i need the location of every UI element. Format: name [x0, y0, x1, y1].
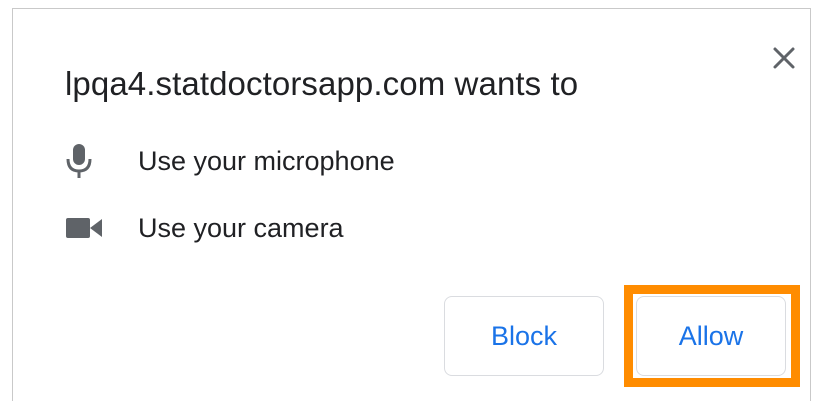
permission-row-camera: Use your camera: [65, 208, 344, 248]
permission-prompt-dialog: lpqa4.statdoctorsapp.com wants to Use yo…: [12, 8, 811, 401]
microphone-icon: [65, 141, 105, 181]
permission-label-microphone: Use your microphone: [138, 145, 395, 176]
close-button[interactable]: [769, 43, 799, 73]
permission-label-camera: Use your camera: [138, 212, 344, 243]
camera-icon: [65, 208, 105, 248]
permission-row-microphone: Use your microphone: [65, 141, 395, 181]
allow-button[interactable]: Allow: [636, 296, 786, 376]
prompt-title: lpqa4.statdoctorsapp.com wants to: [65, 65, 579, 102]
block-button[interactable]: Block: [444, 296, 604, 376]
close-icon: [773, 47, 795, 69]
